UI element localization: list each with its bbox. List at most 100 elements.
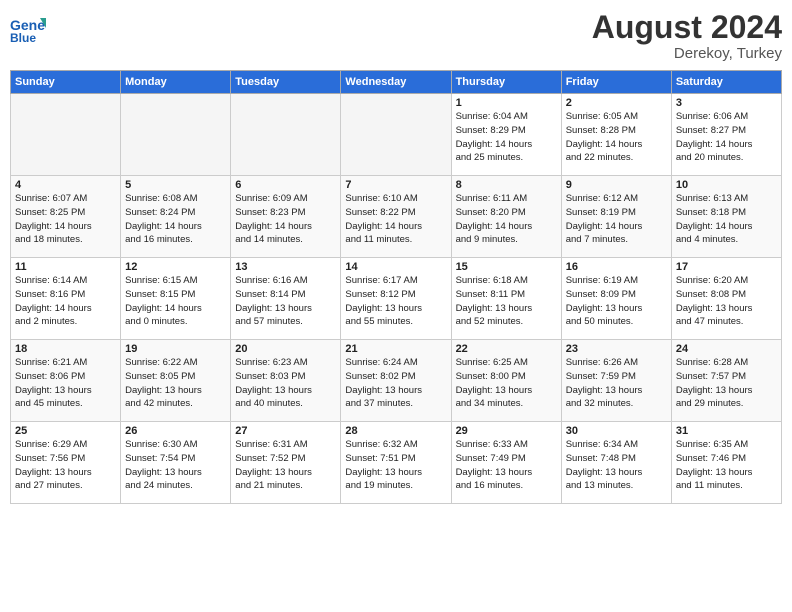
day-number: 13 xyxy=(235,261,336,273)
day-info: Sunrise: 6:11 AM Sunset: 8:20 PM Dayligh… xyxy=(456,192,557,247)
day-info: Sunrise: 6:15 AM Sunset: 8:15 PM Dayligh… xyxy=(125,274,226,329)
day-info: Sunrise: 6:08 AM Sunset: 8:24 PM Dayligh… xyxy=(125,192,226,247)
day-number: 8 xyxy=(456,179,557,191)
week-row-1: 1Sunrise: 6:04 AM Sunset: 8:29 PM Daylig… xyxy=(11,94,782,176)
calendar-cell: 18Sunrise: 6:21 AM Sunset: 8:06 PM Dayli… xyxy=(11,340,121,422)
svg-text:Blue: Blue xyxy=(10,31,36,45)
calendar-cell: 7Sunrise: 6:10 AM Sunset: 8:22 PM Daylig… xyxy=(341,176,451,258)
day-info: Sunrise: 6:21 AM Sunset: 8:06 PM Dayligh… xyxy=(15,356,116,411)
calendar-cell: 29Sunrise: 6:33 AM Sunset: 7:49 PM Dayli… xyxy=(451,422,561,504)
day-info: Sunrise: 6:22 AM Sunset: 8:05 PM Dayligh… xyxy=(125,356,226,411)
calendar-cell: 9Sunrise: 6:12 AM Sunset: 8:19 PM Daylig… xyxy=(561,176,671,258)
calendar-cell xyxy=(231,94,341,176)
day-info: Sunrise: 6:28 AM Sunset: 7:57 PM Dayligh… xyxy=(676,356,777,411)
calendar-cell: 30Sunrise: 6:34 AM Sunset: 7:48 PM Dayli… xyxy=(561,422,671,504)
day-number: 20 xyxy=(235,343,336,355)
day-info: Sunrise: 6:29 AM Sunset: 7:56 PM Dayligh… xyxy=(15,438,116,493)
calendar-cell: 31Sunrise: 6:35 AM Sunset: 7:46 PM Dayli… xyxy=(671,422,781,504)
day-number: 25 xyxy=(15,425,116,437)
day-info: Sunrise: 6:33 AM Sunset: 7:49 PM Dayligh… xyxy=(456,438,557,493)
day-info: Sunrise: 6:05 AM Sunset: 8:28 PM Dayligh… xyxy=(566,110,667,165)
col-tuesday: Tuesday xyxy=(231,71,341,94)
calendar-cell: 1Sunrise: 6:04 AM Sunset: 8:29 PM Daylig… xyxy=(451,94,561,176)
day-info: Sunrise: 6:25 AM Sunset: 8:00 PM Dayligh… xyxy=(456,356,557,411)
calendar-cell: 11Sunrise: 6:14 AM Sunset: 8:16 PM Dayli… xyxy=(11,258,121,340)
calendar-cell: 16Sunrise: 6:19 AM Sunset: 8:09 PM Dayli… xyxy=(561,258,671,340)
calendar-cell: 20Sunrise: 6:23 AM Sunset: 8:03 PM Dayli… xyxy=(231,340,341,422)
day-number: 1 xyxy=(456,97,557,109)
calendar-cell: 22Sunrise: 6:25 AM Sunset: 8:00 PM Dayli… xyxy=(451,340,561,422)
day-info: Sunrise: 6:35 AM Sunset: 7:46 PM Dayligh… xyxy=(676,438,777,493)
day-number: 17 xyxy=(676,261,777,273)
page: General Blue August 2024 Derekoy, Turkey… xyxy=(0,0,792,612)
col-saturday: Saturday xyxy=(671,71,781,94)
col-friday: Friday xyxy=(561,71,671,94)
day-number: 19 xyxy=(125,343,226,355)
header: General Blue August 2024 Derekoy, Turkey xyxy=(10,10,782,62)
calendar-cell: 21Sunrise: 6:24 AM Sunset: 8:02 PM Dayli… xyxy=(341,340,451,422)
day-info: Sunrise: 6:10 AM Sunset: 8:22 PM Dayligh… xyxy=(345,192,446,247)
title-block: August 2024 Derekoy, Turkey xyxy=(592,10,782,62)
calendar-cell: 25Sunrise: 6:29 AM Sunset: 7:56 PM Dayli… xyxy=(11,422,121,504)
day-info: Sunrise: 6:32 AM Sunset: 7:51 PM Dayligh… xyxy=(345,438,446,493)
day-info: Sunrise: 6:24 AM Sunset: 8:02 PM Dayligh… xyxy=(345,356,446,411)
day-number: 14 xyxy=(345,261,446,273)
day-number: 29 xyxy=(456,425,557,437)
day-number: 16 xyxy=(566,261,667,273)
day-number: 5 xyxy=(125,179,226,191)
calendar-cell: 5Sunrise: 6:08 AM Sunset: 8:24 PM Daylig… xyxy=(121,176,231,258)
calendar-table: Sunday Monday Tuesday Wednesday Thursday… xyxy=(10,70,782,504)
day-info: Sunrise: 6:19 AM Sunset: 8:09 PM Dayligh… xyxy=(566,274,667,329)
day-info: Sunrise: 6:18 AM Sunset: 8:11 PM Dayligh… xyxy=(456,274,557,329)
day-number: 12 xyxy=(125,261,226,273)
location: Derekoy, Turkey xyxy=(592,45,782,62)
calendar-cell xyxy=(121,94,231,176)
day-number: 21 xyxy=(345,343,446,355)
day-info: Sunrise: 6:04 AM Sunset: 8:29 PM Dayligh… xyxy=(456,110,557,165)
day-number: 10 xyxy=(676,179,777,191)
day-number: 26 xyxy=(125,425,226,437)
day-info: Sunrise: 6:09 AM Sunset: 8:23 PM Dayligh… xyxy=(235,192,336,247)
calendar-cell: 4Sunrise: 6:07 AM Sunset: 8:25 PM Daylig… xyxy=(11,176,121,258)
calendar-cell: 10Sunrise: 6:13 AM Sunset: 8:18 PM Dayli… xyxy=(671,176,781,258)
day-number: 4 xyxy=(15,179,116,191)
day-number: 3 xyxy=(676,97,777,109)
calendar-cell: 13Sunrise: 6:16 AM Sunset: 8:14 PM Dayli… xyxy=(231,258,341,340)
day-number: 22 xyxy=(456,343,557,355)
col-wednesday: Wednesday xyxy=(341,71,451,94)
day-info: Sunrise: 6:30 AM Sunset: 7:54 PM Dayligh… xyxy=(125,438,226,493)
week-row-4: 18Sunrise: 6:21 AM Sunset: 8:06 PM Dayli… xyxy=(11,340,782,422)
week-row-5: 25Sunrise: 6:29 AM Sunset: 7:56 PM Dayli… xyxy=(11,422,782,504)
calendar-cell: 3Sunrise: 6:06 AM Sunset: 8:27 PM Daylig… xyxy=(671,94,781,176)
calendar-cell: 23Sunrise: 6:26 AM Sunset: 7:59 PM Dayli… xyxy=(561,340,671,422)
day-info: Sunrise: 6:20 AM Sunset: 8:08 PM Dayligh… xyxy=(676,274,777,329)
day-info: Sunrise: 6:26 AM Sunset: 7:59 PM Dayligh… xyxy=(566,356,667,411)
day-info: Sunrise: 6:31 AM Sunset: 7:52 PM Dayligh… xyxy=(235,438,336,493)
calendar-cell: 15Sunrise: 6:18 AM Sunset: 8:11 PM Dayli… xyxy=(451,258,561,340)
week-row-3: 11Sunrise: 6:14 AM Sunset: 8:16 PM Dayli… xyxy=(11,258,782,340)
day-number: 28 xyxy=(345,425,446,437)
day-number: 9 xyxy=(566,179,667,191)
calendar-cell: 26Sunrise: 6:30 AM Sunset: 7:54 PM Dayli… xyxy=(121,422,231,504)
day-number: 31 xyxy=(676,425,777,437)
logo: General Blue xyxy=(10,10,50,46)
calendar-cell: 17Sunrise: 6:20 AM Sunset: 8:08 PM Dayli… xyxy=(671,258,781,340)
day-number: 18 xyxy=(15,343,116,355)
day-info: Sunrise: 6:06 AM Sunset: 8:27 PM Dayligh… xyxy=(676,110,777,165)
calendar-cell: 24Sunrise: 6:28 AM Sunset: 7:57 PM Dayli… xyxy=(671,340,781,422)
col-monday: Monday xyxy=(121,71,231,94)
col-sunday: Sunday xyxy=(11,71,121,94)
day-info: Sunrise: 6:12 AM Sunset: 8:19 PM Dayligh… xyxy=(566,192,667,247)
calendar-cell: 19Sunrise: 6:22 AM Sunset: 8:05 PM Dayli… xyxy=(121,340,231,422)
day-info: Sunrise: 6:16 AM Sunset: 8:14 PM Dayligh… xyxy=(235,274,336,329)
calendar-cell: 2Sunrise: 6:05 AM Sunset: 8:28 PM Daylig… xyxy=(561,94,671,176)
day-info: Sunrise: 6:34 AM Sunset: 7:48 PM Dayligh… xyxy=(566,438,667,493)
day-number: 15 xyxy=(456,261,557,273)
day-number: 11 xyxy=(15,261,116,273)
day-number: 2 xyxy=(566,97,667,109)
calendar-cell xyxy=(11,94,121,176)
header-row: Sunday Monday Tuesday Wednesday Thursday… xyxy=(11,71,782,94)
calendar-cell: 28Sunrise: 6:32 AM Sunset: 7:51 PM Dayli… xyxy=(341,422,451,504)
calendar-cell: 14Sunrise: 6:17 AM Sunset: 8:12 PM Dayli… xyxy=(341,258,451,340)
calendar-cell xyxy=(341,94,451,176)
